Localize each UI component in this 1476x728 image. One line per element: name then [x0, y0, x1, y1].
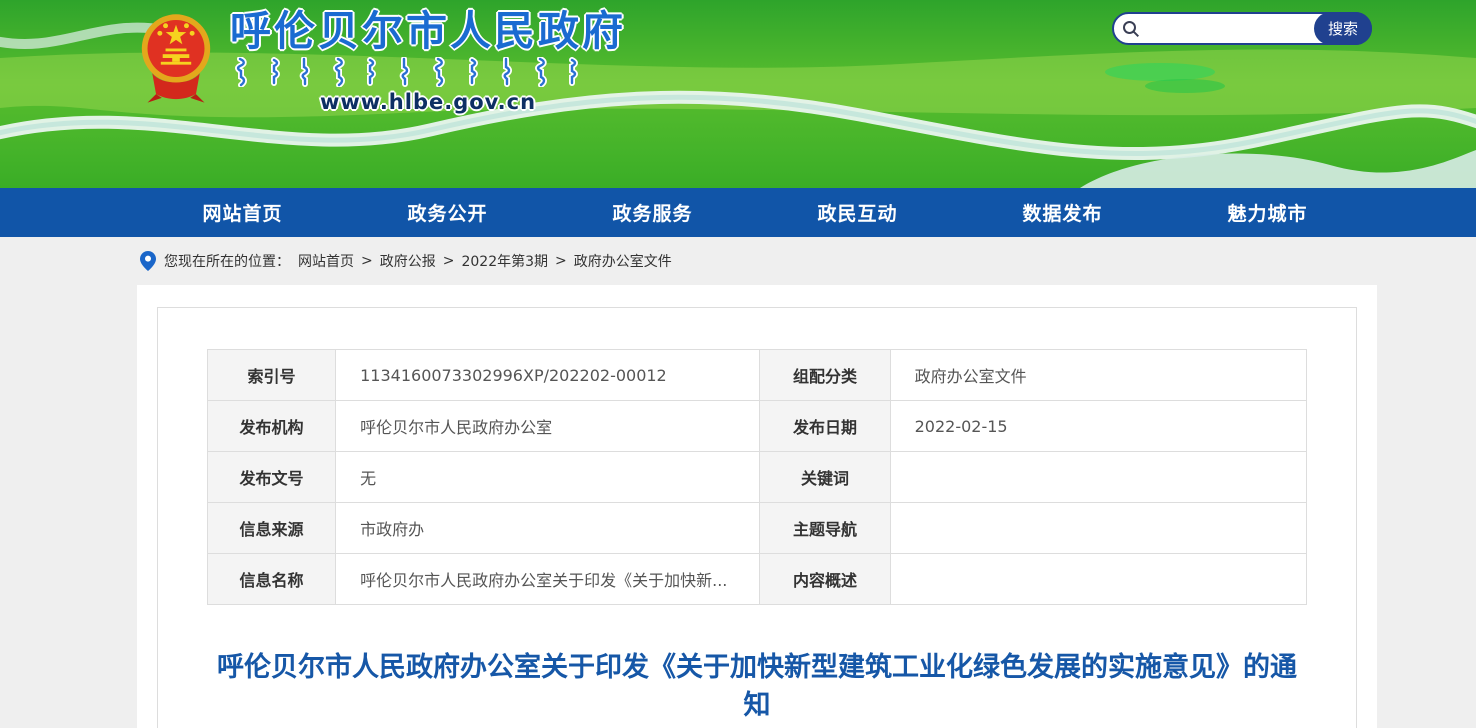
location-pin-icon: [140, 251, 156, 271]
national-emblem-icon: [138, 10, 214, 106]
breadcrumb-separator: >: [443, 253, 455, 269]
meta-value-topic-nav: [890, 503, 1306, 554]
breadcrumb-item-issue[interactable]: 2022年第3期: [461, 251, 548, 271]
nav-item-gov-info[interactable]: 政务公开: [407, 199, 487, 226]
meta-value-summary: [890, 554, 1306, 605]
meta-label-category: 组配分类: [760, 350, 890, 401]
mongolian-script: [234, 57, 584, 87]
table-row: 发布机构 呼伦贝尔市人民政府办公室 发布日期 2022-02-15: [208, 401, 1307, 452]
meta-label-keywords: 关键词: [760, 452, 890, 503]
nav-item-data[interactable]: 数据发布: [1022, 199, 1102, 226]
nav-item-city[interactable]: 魅力城市: [1227, 199, 1307, 226]
document-panel: 索引号 1134160073302996XP/202202-00012 组配分类…: [157, 307, 1357, 728]
meta-label-info-source: 信息来源: [208, 503, 336, 554]
breadcrumb-separator: >: [555, 253, 567, 269]
meta-label-topic-nav: 主题导航: [760, 503, 890, 554]
breadcrumb-separator: >: [361, 253, 373, 269]
meta-value-info-name: 呼伦贝尔市人民政府办公室关于印发《关于加快新...: [336, 554, 760, 605]
meta-value-info-source: 市政府办: [336, 503, 760, 554]
search-icon: [1122, 20, 1140, 38]
breadcrumb-label: 您现在所在的位置：: [164, 251, 290, 271]
meta-value-index-no: 1134160073302996XP/202202-00012: [336, 350, 760, 401]
meta-value-doc-number: 无: [336, 452, 760, 503]
meta-value-pub-date: 2022-02-15: [890, 401, 1306, 452]
meta-label-doc-number: 发布文号: [208, 452, 336, 503]
meta-value-issuing-org: 呼伦贝尔市人民政府办公室: [336, 401, 760, 452]
meta-label-pub-date: 发布日期: [760, 401, 890, 452]
document-meta-table: 索引号 1134160073302996XP/202202-00012 组配分类…: [207, 349, 1307, 605]
site-url: www.hlbe.gov.cn: [230, 90, 626, 114]
meta-label-index-no: 索引号: [208, 350, 336, 401]
site-search: 搜索: [1112, 12, 1372, 45]
table-row: 发布文号 无 关键词: [208, 452, 1307, 503]
meta-label-issuing-org: 发布机构: [208, 401, 336, 452]
table-row: 索引号 1134160073302996XP/202202-00012 组配分类…: [208, 350, 1307, 401]
site-banner: 呼伦贝尔市人民政府 www.hlbe.gov.cn: [0, 0, 1476, 188]
search-button[interactable]: 搜索: [1314, 12, 1372, 45]
breadcrumb: 您现在所在的位置： 网站首页 > 政府公报 > 2022年第3期 > 政府办公室…: [0, 237, 1476, 285]
meta-value-keywords: [890, 452, 1306, 503]
site-title: 呼伦贝尔市人民政府: [230, 8, 626, 54]
breadcrumb-item-home[interactable]: 网站首页: [298, 251, 354, 271]
content-card: 索引号 1134160073302996XP/202202-00012 组配分类…: [137, 285, 1377, 728]
nav-item-services[interactable]: 政务服务: [612, 199, 692, 226]
search-input[interactable]: [1140, 14, 1316, 43]
table-row: 信息来源 市政府办 主题导航: [208, 503, 1307, 554]
meta-label-info-name: 信息名称: [208, 554, 336, 605]
site-logo[interactable]: 呼伦贝尔市人民政府 www.hlbe.gov.cn: [138, 8, 626, 114]
meta-value-category: 政府办公室文件: [890, 350, 1306, 401]
nav-item-interact[interactable]: 政民互动: [817, 199, 897, 226]
breadcrumb-item-current: 政府办公室文件: [574, 251, 672, 271]
main-nav: 网站首页 政务公开 政务服务 政民互动 数据发布 魅力城市: [0, 188, 1476, 237]
table-row: 信息名称 呼伦贝尔市人民政府办公室关于印发《关于加快新... 内容概述: [208, 554, 1307, 605]
breadcrumb-item-gazette[interactable]: 政府公报: [380, 251, 436, 271]
document-title: 呼伦贝尔市人民政府办公室关于印发《关于加快新型建筑工业化绿色发展的实施意见》的通…: [207, 649, 1307, 725]
nav-item-home[interactable]: 网站首页: [202, 199, 282, 226]
meta-label-summary: 内容概述: [760, 554, 890, 605]
